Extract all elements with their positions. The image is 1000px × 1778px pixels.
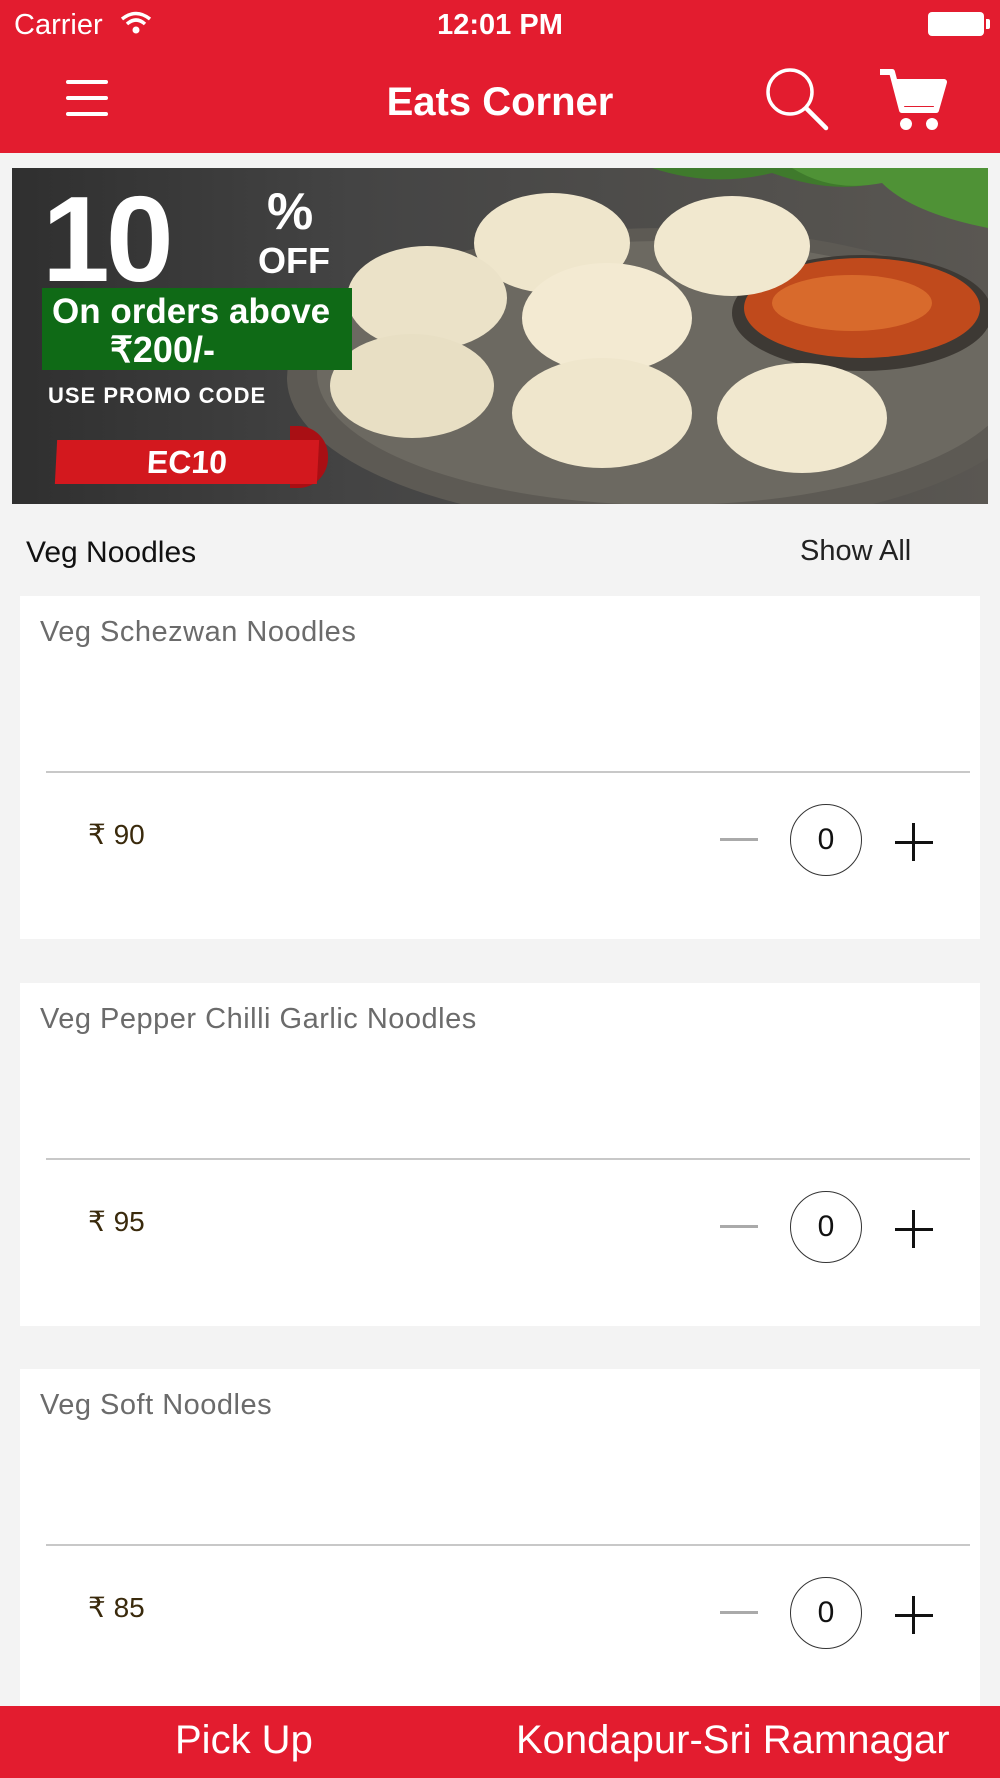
status-bar: Carrier 12:01 PM [0, 0, 1000, 50]
increase-quantity-button[interactable] [890, 818, 940, 868]
menu-item-card: Veg Soft Noodles ₹ 85 0 [20, 1369, 980, 1712]
increase-quantity-button[interactable] [890, 1205, 940, 1255]
promo-percent: % [267, 183, 314, 241]
item-price: ₹ 85 [88, 1592, 145, 1623]
quantity-field[interactable]: 0 [790, 1191, 862, 1263]
search-icon[interactable] [760, 62, 834, 136]
decrease-quantity-button[interactable] [712, 1207, 768, 1247]
menu-item-card: Veg Pepper Chilli Garlic Noodles ₹ 95 0 [20, 983, 980, 1326]
divider [46, 771, 970, 773]
item-price: ₹ 95 [88, 1206, 145, 1237]
promo-banner[interactable]: 10 % OFF On orders above ₹200/- USE PROM… [12, 168, 988, 504]
promo-code: EC10 [54, 440, 320, 484]
promo-off: OFF [258, 240, 330, 281]
battery-icon [928, 12, 990, 36]
section-header: Veg Noodles Show All [0, 530, 1000, 580]
item-name: Veg Soft Noodles [40, 1389, 273, 1421]
app-header: Carrier 12:01 PM Eats Corner [0, 0, 1000, 153]
status-time: 12:01 PM [437, 9, 563, 41]
quantity-field[interactable]: 0 [790, 1577, 862, 1649]
promo-condition-line2: ₹200/- [110, 328, 215, 370]
decrease-quantity-button[interactable] [712, 820, 768, 860]
bottom-bar: Pick Up Kondapur-Sri Ramnagar [0, 1706, 1000, 1778]
decrease-quantity-button[interactable] [712, 1593, 768, 1633]
divider [46, 1158, 970, 1160]
order-mode-button[interactable]: Pick Up [175, 1718, 313, 1763]
location-selector[interactable]: Kondapur-Sri Ramnagar [516, 1718, 950, 1763]
increase-quantity-button[interactable] [890, 1591, 940, 1641]
divider [46, 1544, 970, 1546]
quantity-field[interactable]: 0 [790, 804, 862, 876]
menu-item-card: Veg Schezwan Noodles ₹ 90 0 [20, 596, 980, 939]
cart-icon[interactable] [876, 66, 948, 136]
promo-discount-number: 10 [42, 171, 174, 307]
page-title: Eats Corner [386, 80, 614, 124]
promo-condition: On orders above ₹200/- [42, 288, 352, 370]
show-all-link[interactable]: Show All [800, 535, 911, 568]
section-title: Veg Noodles [26, 536, 197, 569]
promo-condition-line1: On orders above [52, 292, 331, 331]
promo-code-label: USE PROMO CODE [48, 383, 267, 408]
item-price: ₹ 90 [88, 819, 145, 850]
item-name: Veg Schezwan Noodles [40, 616, 357, 648]
item-name: Veg Pepper Chilli Garlic Noodles [40, 1003, 477, 1035]
